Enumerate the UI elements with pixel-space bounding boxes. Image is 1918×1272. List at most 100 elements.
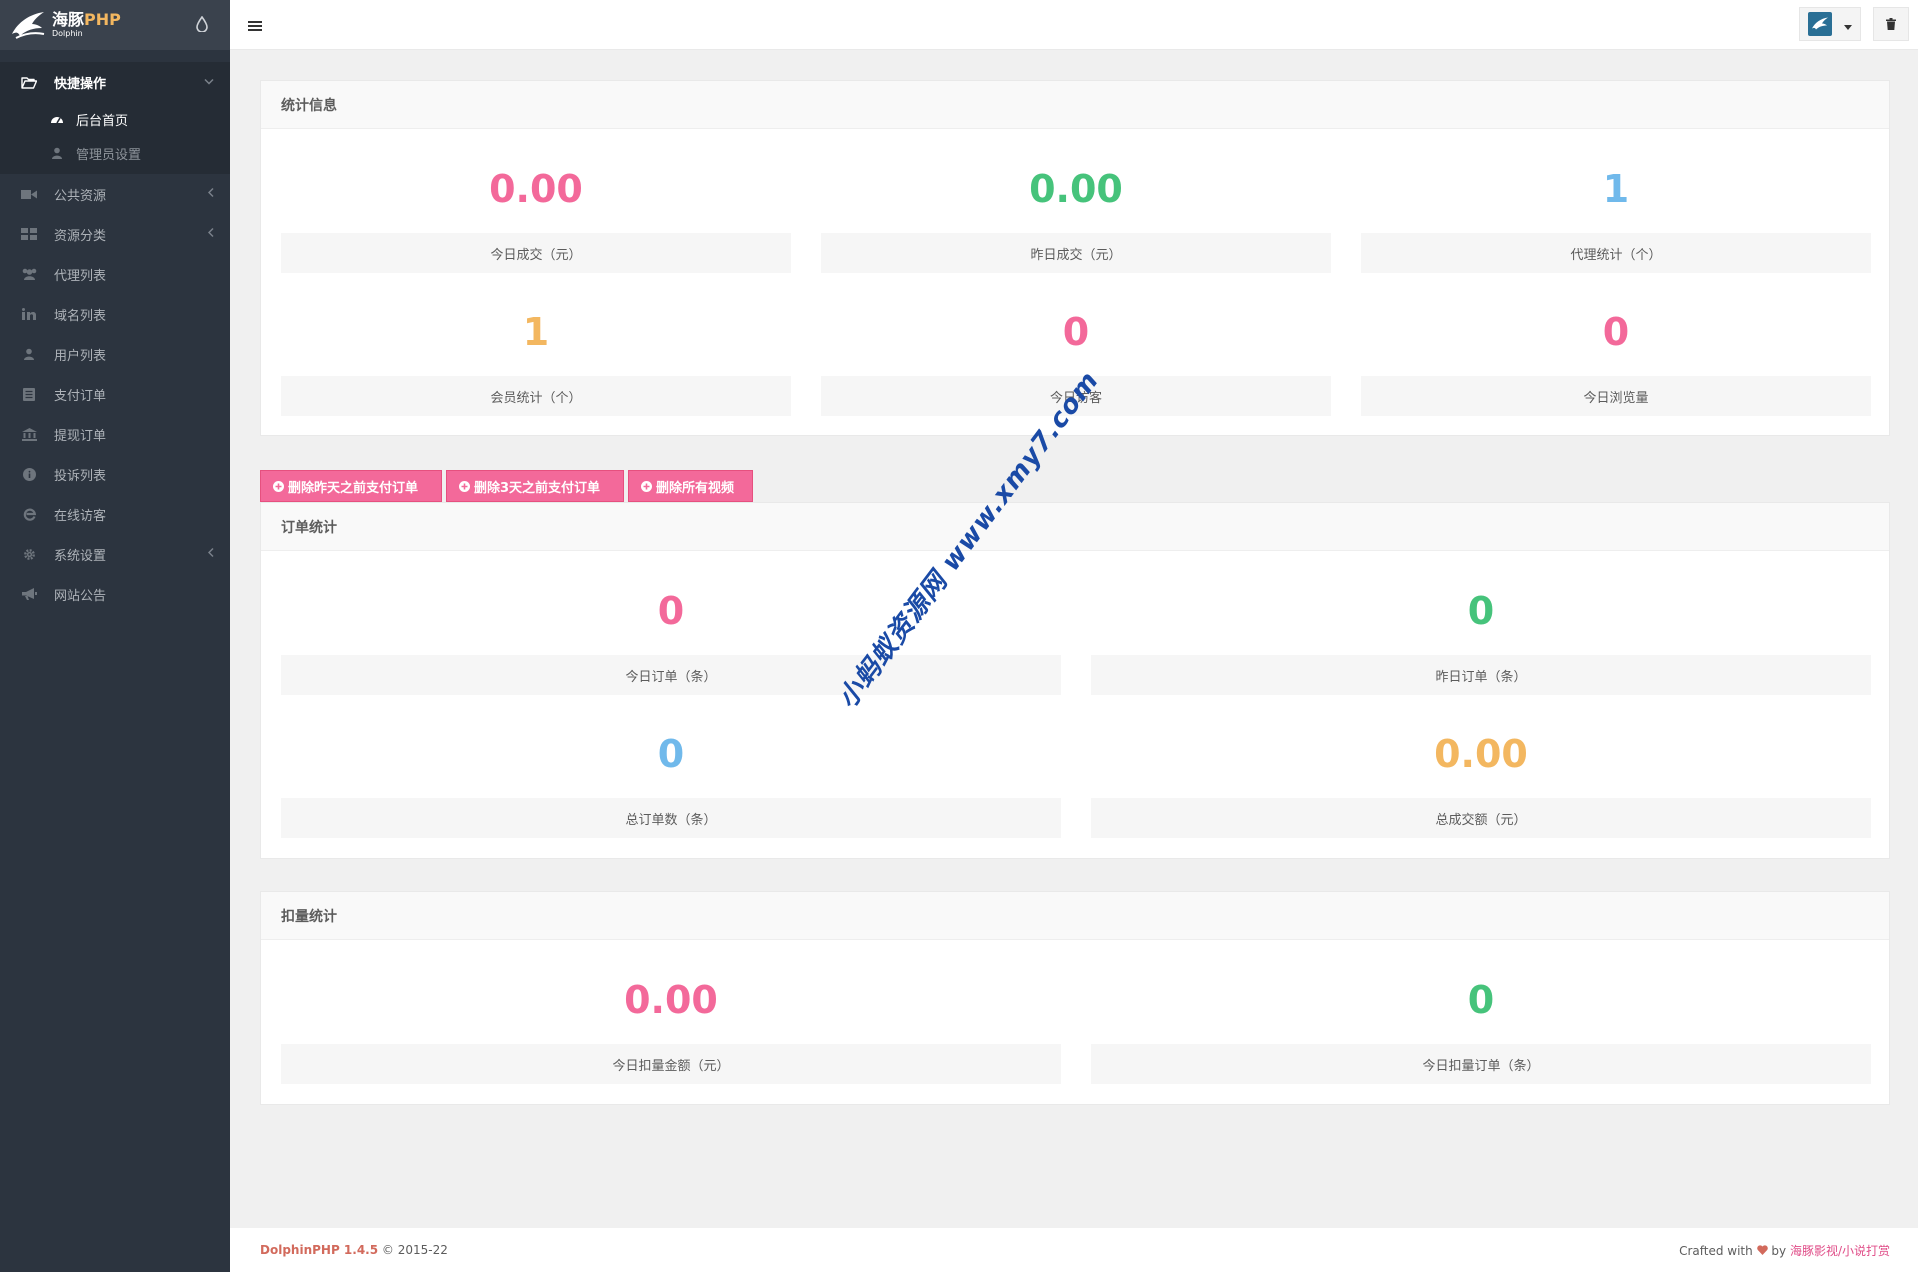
users-icon [20, 267, 38, 281]
plus-circle-icon [641, 480, 652, 492]
video-camera-icon [20, 187, 38, 201]
user-menu-button[interactable] [1799, 7, 1861, 41]
sidebar-group-label: 快捷操作 [54, 76, 107, 92]
footer-product-link[interactable]: DolphinPHP 1.4.5 [260, 1243, 378, 1257]
stat-cell-today-pageviews: 0 今日浏览量 [1361, 272, 1871, 416]
sidebar-item-label: 提现订单 [54, 428, 107, 444]
sidebar-group-quick-actions[interactable]: 快捷操作 [0, 62, 230, 102]
stat-value: 0.00 [1434, 732, 1528, 776]
chevron-left-icon [207, 187, 214, 201]
clear-cache-button[interactable] [1873, 7, 1909, 41]
sidebar-item-user-list[interactable]: 用户列表 [0, 334, 230, 374]
stat-value: 0.00 [1029, 167, 1123, 211]
th-large-icon [20, 227, 38, 241]
sidebar-submenu: 后台首页 管理员设置 [0, 102, 230, 174]
sidebar-item-label: 在线访客 [54, 508, 107, 524]
sidebar-item-payment-orders[interactable]: 支付订单 [0, 374, 230, 414]
stat-label: 今日扣量订单（条） [1091, 1044, 1871, 1084]
stat-label: 总订单数（条） [281, 798, 1061, 838]
orders-block-title: 订单统计 [261, 503, 1889, 551]
stat-value: 0 [657, 732, 685, 776]
avatar [1808, 12, 1832, 36]
sidebar-item-dashboard[interactable]: 后台首页 [0, 102, 230, 136]
chevron-left-icon [207, 547, 214, 561]
stat-label: 昨日成交（元） [821, 233, 1331, 273]
footer: DolphinPHP 1.4.5 © 2015-22 Crafted with … [230, 1228, 1918, 1272]
stat-value: 1 [522, 310, 550, 354]
heart-icon [1756, 1244, 1768, 1258]
deduct-cell-amount: 0.00 今日扣量金额（元） [281, 940, 1061, 1084]
menu-toggle-icon[interactable] [248, 17, 262, 36]
sidebar-item-system-settings[interactable]: 系统设置 [0, 534, 230, 574]
delete-orders-before-yesterday-button[interactable]: 删除昨天之前支付订单 [260, 470, 442, 502]
stat-label: 会员统计（个） [281, 376, 791, 416]
top-header [230, 0, 1918, 50]
deduct-block-title: 扣量统计 [261, 892, 1889, 940]
brand-name-main: 海豚 [52, 10, 85, 29]
sidebar-item-label: 网站公告 [54, 588, 107, 604]
stat-value: 0 [1467, 978, 1495, 1022]
stat-cell-member-count: 1 会员统计（个） [281, 272, 791, 416]
brand-name-sub: Dolphin [52, 29, 83, 38]
sidebar-item-agent-list[interactable]: 代理列表 [0, 254, 230, 294]
footer-by-text: by [1771, 1243, 1787, 1258]
dolphin-logo-icon [8, 8, 48, 42]
stat-cell-yesterday-revenue: 0.00 昨日成交（元） [821, 129, 1331, 273]
stat-value: 1 [1602, 167, 1630, 211]
theme-drop-icon[interactable] [196, 15, 208, 36]
list-icon [20, 387, 38, 401]
stat-label: 代理统计（个） [1361, 233, 1871, 273]
button-label: 删除3天之前支付订单 [474, 480, 601, 496]
stat-value: 0.00 [489, 167, 583, 211]
sidebar-item-site-announcements[interactable]: 网站公告 [0, 574, 230, 614]
order-cell-yesterday: 0 昨日订单（条） [1091, 551, 1871, 695]
trash-icon [1886, 15, 1896, 34]
button-label: 删除所有视频 [656, 480, 735, 496]
sidebar-item-online-visitors[interactable]: 在线访客 [0, 494, 230, 534]
stat-cell-today-revenue: 0.00 今日成交（元） [281, 129, 791, 273]
delete-all-videos-button[interactable]: 删除所有视频 [628, 470, 753, 502]
sidebar-nav: 快捷操作 后台首页 管理员设置 公共资源 资源分类 代理列表 域名列表 用户列表… [0, 62, 230, 614]
footer-crafted-text: Crafted with [1679, 1243, 1753, 1258]
stat-value: 0.00 [624, 978, 718, 1022]
chevron-down-icon [204, 77, 214, 88]
sidebar-item-label: 管理员设置 [76, 147, 142, 163]
stats-block-title: 统计信息 [261, 81, 1889, 129]
chevron-left-icon [207, 227, 214, 241]
sidebar-item-label: 投诉列表 [54, 468, 107, 484]
sidebar-item-resource-categories[interactable]: 资源分类 [0, 214, 230, 254]
sidebar-item-public-resources[interactable]: 公共资源 [0, 174, 230, 214]
sidebar-item-domain-list[interactable]: 域名列表 [0, 294, 230, 334]
stat-label: 今日成交（元） [281, 233, 791, 273]
sidebar-item-complaint-list[interactable]: 投诉列表 [0, 454, 230, 494]
stat-value: 0 [1467, 589, 1495, 633]
dashboard-icon [50, 113, 64, 125]
delete-orders-before-3-days-button[interactable]: 删除3天之前支付订单 [446, 470, 624, 502]
deduct-block: 扣量统计 0.00 今日扣量金额（元） 0 今日扣量订单（条） [260, 891, 1890, 1105]
brand[interactable]: 海豚PHP Dolphin [0, 0, 230, 50]
sidebar-item-withdraw-orders[interactable]: 提现订单 [0, 414, 230, 454]
stat-value: 0 [1602, 310, 1630, 354]
footer-author-link[interactable]: 海豚影视/小说打赏 [1790, 1244, 1890, 1258]
stat-cell-agent-count: 1 代理统计（个） [1361, 129, 1871, 273]
sidebar-item-label: 支付订单 [54, 388, 107, 404]
sidebar-item-label: 公共资源 [54, 188, 107, 204]
sidebar-item-admin-settings[interactable]: 管理员设置 [0, 136, 230, 170]
bank-icon [20, 427, 38, 441]
stat-label: 今日订单（条） [281, 655, 1061, 695]
user-icon [20, 347, 38, 361]
plus-circle-icon [273, 480, 284, 492]
stat-label: 总成交额（元） [1091, 798, 1871, 838]
order-cell-total-count: 0 总订单数（条） [281, 694, 1061, 838]
info-circle-icon [20, 467, 38, 481]
sidebar: 海豚PHP Dolphin 快捷操作 后台首页 管理员设置 公共资源 资源分类 … [0, 0, 230, 1272]
footer-copyright: © 2015-22 [381, 1243, 448, 1257]
stat-value: 0 [1062, 310, 1090, 354]
gear-icon [20, 547, 38, 561]
sidebar-item-label: 后台首页 [76, 113, 129, 129]
button-label: 删除昨天之前支付订单 [288, 480, 419, 496]
caret-down-icon [1844, 15, 1852, 34]
stat-label: 今日浏览量 [1361, 376, 1871, 416]
sidebar-item-label: 代理列表 [54, 268, 107, 284]
stat-label: 昨日订单（条） [1091, 655, 1871, 695]
